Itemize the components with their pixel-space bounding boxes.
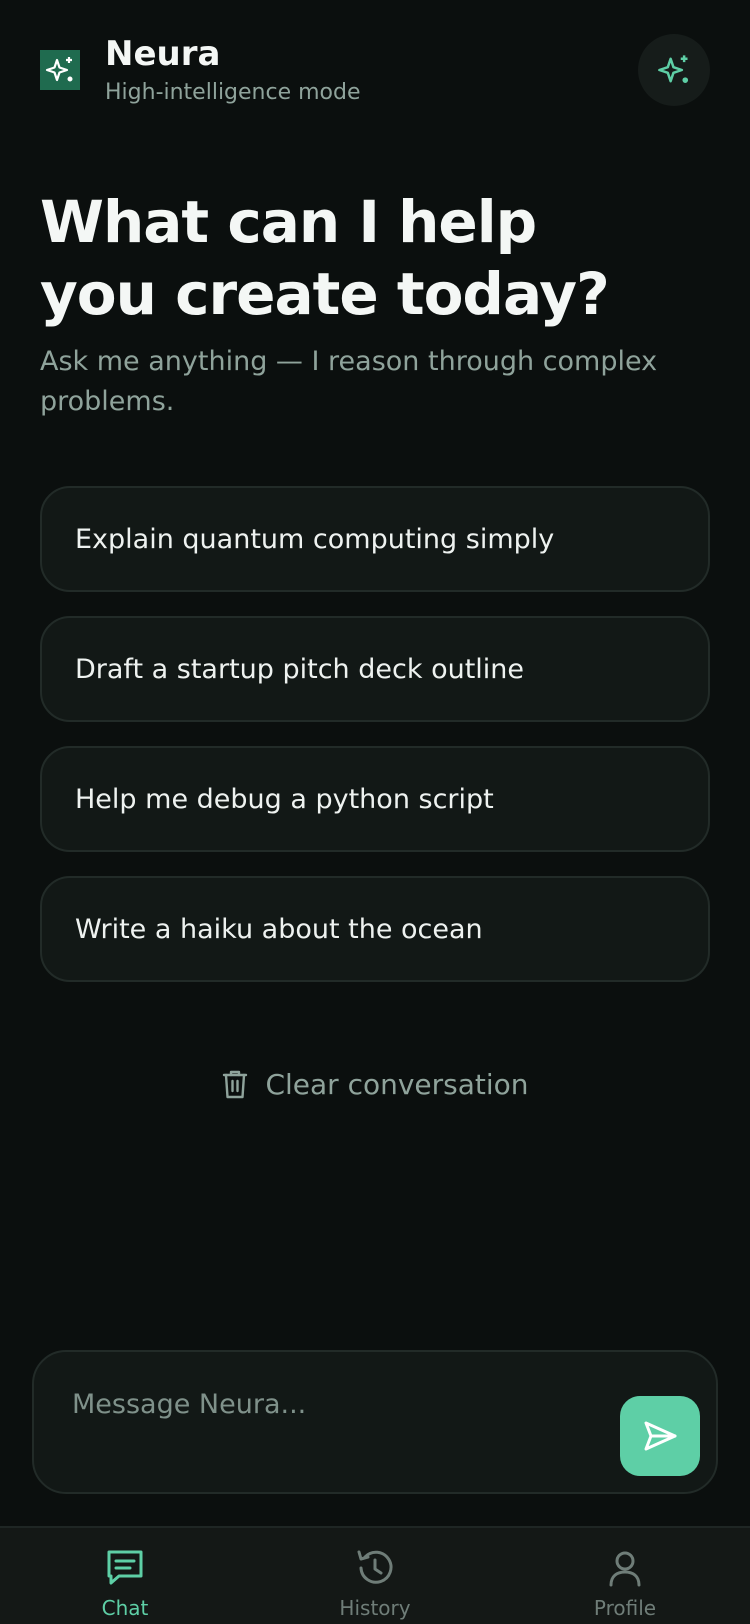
sparkle-icon	[658, 55, 689, 83]
suggestion-card[interactable]: Write a haiku about the ocean	[40, 876, 710, 982]
app-root: Neura High-intelligence mode What can I …	[0, 0, 750, 1624]
hero-title: What can I help you create today?	[40, 186, 720, 330]
chat-icon	[107, 1550, 143, 1585]
app-header: Neura High-intelligence mode	[0, 0, 750, 140]
trash-icon	[223, 1070, 248, 1099]
suggestion-card[interactable]: Draft a startup pitch deck outline	[40, 616, 710, 722]
hero-title-line: you create today?	[40, 260, 610, 328]
profile-icon	[609, 1551, 641, 1587]
hero-subtitle: Ask me anything — I reason through compl…	[40, 346, 658, 417]
clear-conversation-label: Clear conversation	[265, 1067, 529, 1101]
hero-title-line: What can I help	[40, 188, 537, 256]
suggestion-list: Explain quantum computing simply Draft a…	[40, 486, 710, 1006]
mode-label: High-intelligence mode	[105, 80, 361, 105]
sparkle-icon	[45, 57, 73, 82]
nav-item-history[interactable]: History	[250, 1528, 500, 1624]
nav-label-chat: Chat	[101, 1596, 149, 1620]
message-input[interactable]	[72, 1382, 592, 1426]
nav-item-profile[interactable]: Profile	[500, 1528, 750, 1624]
suggestion-card[interactable]: Help me debug a python script	[40, 746, 710, 852]
history-icon	[357, 1550, 393, 1584]
bottom-nav: Chat History Profile	[0, 1526, 750, 1624]
clear-conversation-button[interactable]: Clear conversation	[0, 1062, 750, 1106]
nav-label-history: History	[339, 1596, 411, 1620]
suggestion-card[interactable]: Explain quantum computing simply	[40, 486, 710, 592]
sparkle-button[interactable]	[638, 34, 710, 106]
app-name: Neura	[105, 34, 221, 74]
nav-label-profile: Profile	[593, 1596, 657, 1620]
send-button[interactable]	[620, 1396, 700, 1476]
app-logo	[40, 50, 80, 90]
message-composer	[32, 1350, 718, 1494]
nav-item-chat[interactable]: Chat	[0, 1528, 250, 1624]
send-icon	[644, 1421, 677, 1451]
